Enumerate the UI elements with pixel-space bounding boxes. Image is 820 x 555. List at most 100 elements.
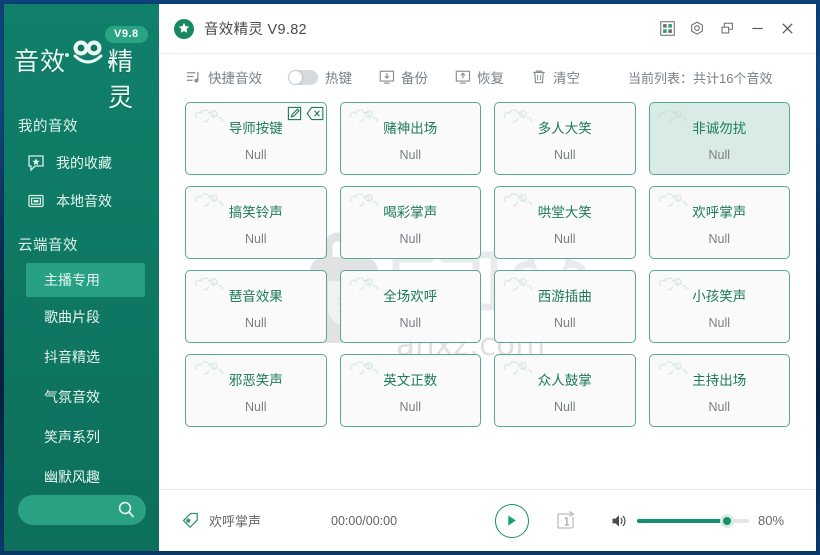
sound-card-name: 西游插曲 xyxy=(537,289,592,304)
current-track: 欢呼掌声 xyxy=(181,511,331,530)
hotkey-toggle[interactable] xyxy=(288,69,318,85)
sound-card[interactable]: 小孩笑声 Null xyxy=(648,270,790,343)
sidebar-item-anchor-exclusive[interactable]: 主播专用 xyxy=(26,263,145,297)
sidebar-item-label: 笑声系列 xyxy=(44,429,100,445)
sound-card-value: Null xyxy=(399,148,422,162)
sidebar-item-label: 主播专用 xyxy=(44,272,100,288)
playlist-icon xyxy=(185,69,202,86)
volume-icon[interactable] xyxy=(610,512,628,530)
sidebar-item-douyin-picks[interactable]: 抖音精选 xyxy=(4,337,159,377)
edit-icon[interactable] xyxy=(287,106,302,121)
track-name: 欢呼掌声 xyxy=(209,514,262,529)
restore-label: 恢复 xyxy=(477,71,504,86)
sound-card[interactable]: 全场欢呼 Null xyxy=(339,270,481,343)
search-input[interactable] xyxy=(18,495,146,525)
sound-card-name: 众人鼓掌 xyxy=(537,373,592,388)
app-icon xyxy=(174,18,194,39)
sound-card[interactable]: 非诚勿扰 Null xyxy=(648,102,790,175)
sound-card-name: 欢呼掌声 xyxy=(692,205,747,220)
backup-button[interactable]: 备份 xyxy=(378,67,428,87)
sidebar-item-local-sound[interactable]: 本地音效 xyxy=(4,182,159,220)
app-root: 音效 精灵 V9.8 我的音效 我的收藏 本地音效 云端音效 主播专用 歌曲片段… xyxy=(0,0,820,555)
list-count-text: 当前列表：共计16个音效 xyxy=(628,70,773,86)
minimize-window-icon[interactable] xyxy=(742,14,772,44)
hotkey-label: 热键 xyxy=(325,71,352,86)
window-title: 音效精灵 V9.82 xyxy=(204,22,307,38)
play-button[interactable] xyxy=(494,503,529,538)
trash-icon xyxy=(530,69,547,86)
volume-percent: 80% xyxy=(758,513,785,528)
volume-slider-fill xyxy=(637,518,727,523)
player-controls: 1 xyxy=(461,503,610,538)
delete-icon[interactable] xyxy=(306,106,323,121)
sound-card-value: Null xyxy=(244,232,267,246)
title-bar: 音效精灵 V9.82 xyxy=(159,4,816,54)
sidebar-item-atmosphere[interactable]: 气氛音效 xyxy=(4,377,159,417)
sound-card-value: Null xyxy=(553,316,576,330)
volume-slider-knob[interactable] xyxy=(719,513,734,528)
sound-card-value: Null xyxy=(708,232,731,246)
sound-card[interactable]: 导师按键 Null xyxy=(185,102,327,175)
sound-card[interactable]: 搞笑铃声 Null xyxy=(185,186,327,259)
clear-button[interactable]: 清空 xyxy=(530,67,580,87)
play-icon xyxy=(508,515,516,526)
sound-card[interactable]: 喝彩掌声 Null xyxy=(339,186,481,259)
action-toolbar: 快捷音效 热键 备份 恢复 清空 当前列表：共计16个音效 xyxy=(159,54,816,100)
sidebar-item-label: 我的收藏 xyxy=(56,155,112,171)
sound-card[interactable]: 邪恶笑声 Null xyxy=(185,354,327,427)
playback-time: 00:00/00:00 xyxy=(331,513,398,528)
sound-card[interactable]: 众人鼓掌 Null xyxy=(494,354,636,427)
sound-card-name: 搞笑铃声 xyxy=(228,205,283,220)
player-bar: 欢呼掌声 00:00/00:00 1 80% xyxy=(159,489,816,551)
sound-card[interactable]: 赌神出场 Null xyxy=(339,102,481,175)
sound-card[interactable]: 西游插曲 Null xyxy=(494,270,636,343)
restore-window-icon[interactable] xyxy=(712,14,742,44)
sidebar-item-my-favorites[interactable]: 我的收藏 xyxy=(4,144,159,182)
sound-card[interactable]: 欢呼掌声 Null xyxy=(648,186,790,259)
sidebar: 音效 精灵 V9.8 我的音效 我的收藏 本地音效 云端音效 主播专用 歌曲片段… xyxy=(4,4,159,551)
sound-card-value: Null xyxy=(708,316,731,330)
sound-card[interactable]: 哄堂大笑 Null xyxy=(494,186,636,259)
sidebar-item-laughter-series[interactable]: 笑声系列 xyxy=(4,417,159,457)
toggle-knob xyxy=(289,70,302,84)
sidebar-item-label: 本地音效 xyxy=(56,193,112,209)
sound-card[interactable]: 多人大笑 Null xyxy=(494,102,636,175)
sound-card-value: Null xyxy=(244,148,267,162)
sidebar-item-label: 幽默风趣 xyxy=(44,469,100,485)
clear-label: 清空 xyxy=(553,71,580,86)
sound-card-name: 非诚勿扰 xyxy=(692,121,747,136)
sidebar-section-my-sound: 我的音效 xyxy=(18,119,78,135)
sound-card-name: 喝彩掌声 xyxy=(383,205,438,220)
sound-card-value: Null xyxy=(553,148,576,162)
app-window: 音效 精灵 V9.8 我的音效 我的收藏 本地音效 云端音效 主播专用 歌曲片段… xyxy=(4,4,816,551)
sidebar-item-humor[interactable]: 幽默风趣 xyxy=(4,457,159,497)
sound-card-value: Null xyxy=(553,232,576,246)
gear-icon[interactable] xyxy=(682,14,712,44)
sidebar-section-cloud-sound: 云端音效 xyxy=(18,238,78,254)
quick-sound-button[interactable]: 快捷音效 xyxy=(185,67,262,87)
sound-card-name: 全场欢呼 xyxy=(383,289,438,304)
sound-card[interactable]: 主持出场 Null xyxy=(648,354,790,427)
apps-grid-icon[interactable] xyxy=(652,14,682,44)
close-window-icon[interactable] xyxy=(772,14,802,44)
sound-card-name: 英文正数 xyxy=(383,373,438,388)
restore-button[interactable]: 恢复 xyxy=(454,67,504,87)
sound-card-value: Null xyxy=(399,232,422,246)
hotkey-toggle-group[interactable]: 热键 xyxy=(288,67,352,87)
sidebar-item-song-clips[interactable]: 歌曲片段 xyxy=(4,297,159,337)
sound-card-value: Null xyxy=(708,148,731,162)
quick-sound-label: 快捷音效 xyxy=(208,71,262,86)
volume-slider[interactable] xyxy=(637,513,749,528)
sound-card-name: 导师按键 xyxy=(228,121,283,136)
loop-mode-label: 1 xyxy=(563,515,570,528)
main-panel: 音效精灵 V9.82 快捷音效 热键 备份 恢复 清空 当前列表：共计16个音效… xyxy=(159,4,816,551)
logo-text-right: 精灵 xyxy=(108,48,135,112)
sound-card-value: Null xyxy=(708,400,731,414)
sound-card-name: 哄堂大笑 xyxy=(537,205,592,220)
sound-card[interactable]: 琶音效果 Null xyxy=(185,270,327,343)
tag-star-icon xyxy=(182,512,198,529)
loop-mode-button[interactable]: 1 xyxy=(555,510,577,532)
sound-card[interactable]: 英文正数 Null xyxy=(339,354,481,427)
sound-card-value: Null xyxy=(399,400,422,414)
app-logo: 音效 精灵 V9.8 xyxy=(4,4,159,112)
